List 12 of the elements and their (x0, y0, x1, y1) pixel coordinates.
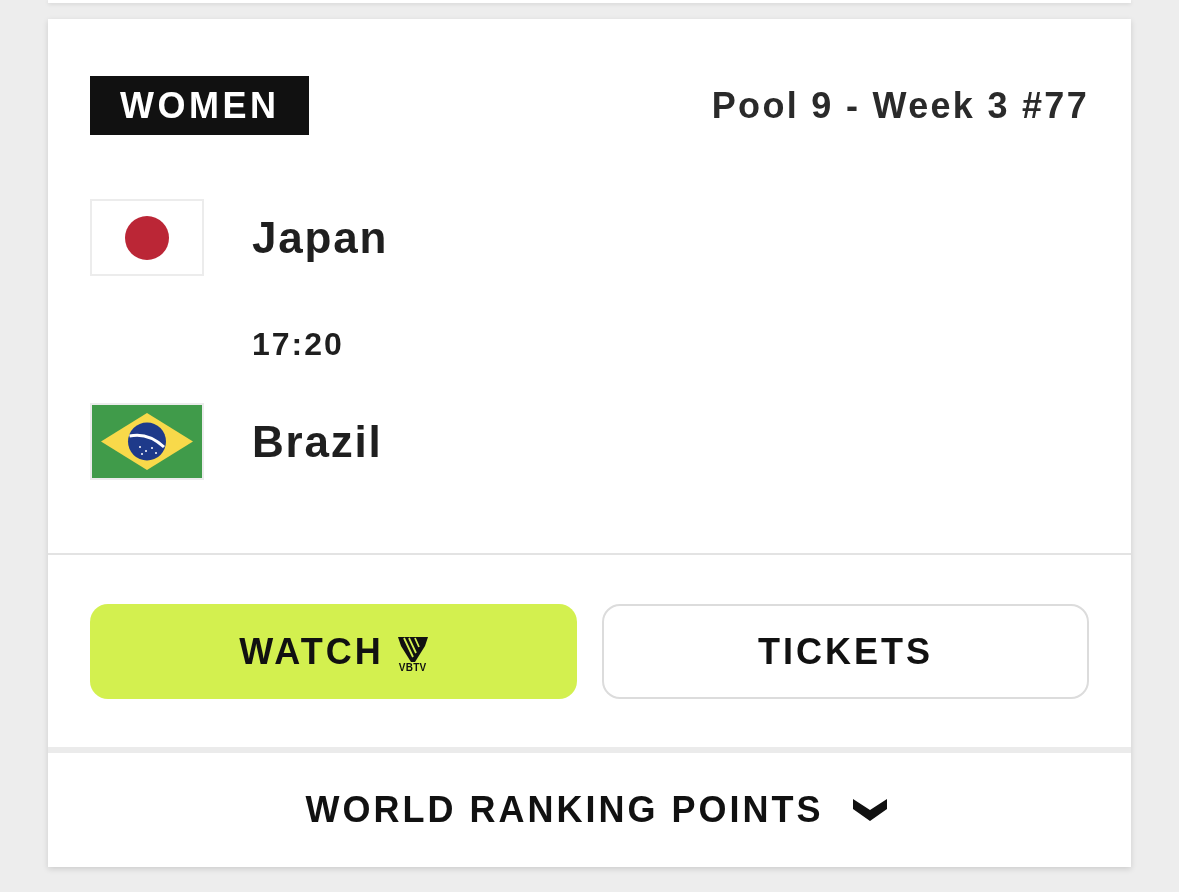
tickets-button[interactable]: TICKETS (602, 604, 1089, 699)
japan-flag-icon (90, 199, 204, 276)
category-badge: WOMEN (90, 76, 310, 135)
chevron-down-icon (853, 799, 888, 821)
team-name: Japan (252, 215, 389, 260)
brazil-flag-icon (90, 403, 204, 480)
world-ranking-points-toggle[interactable]: WORLD RANKING POINTS (291, 792, 888, 828)
match-label: Pool 9 - Week 3 #77 (711, 87, 1089, 124)
team-name: Brazil (252, 419, 383, 464)
watch-button[interactable]: WATCH VBTV (90, 604, 577, 699)
match-time: 17:20 (252, 328, 344, 360)
v-shield-logo-icon (397, 636, 428, 662)
